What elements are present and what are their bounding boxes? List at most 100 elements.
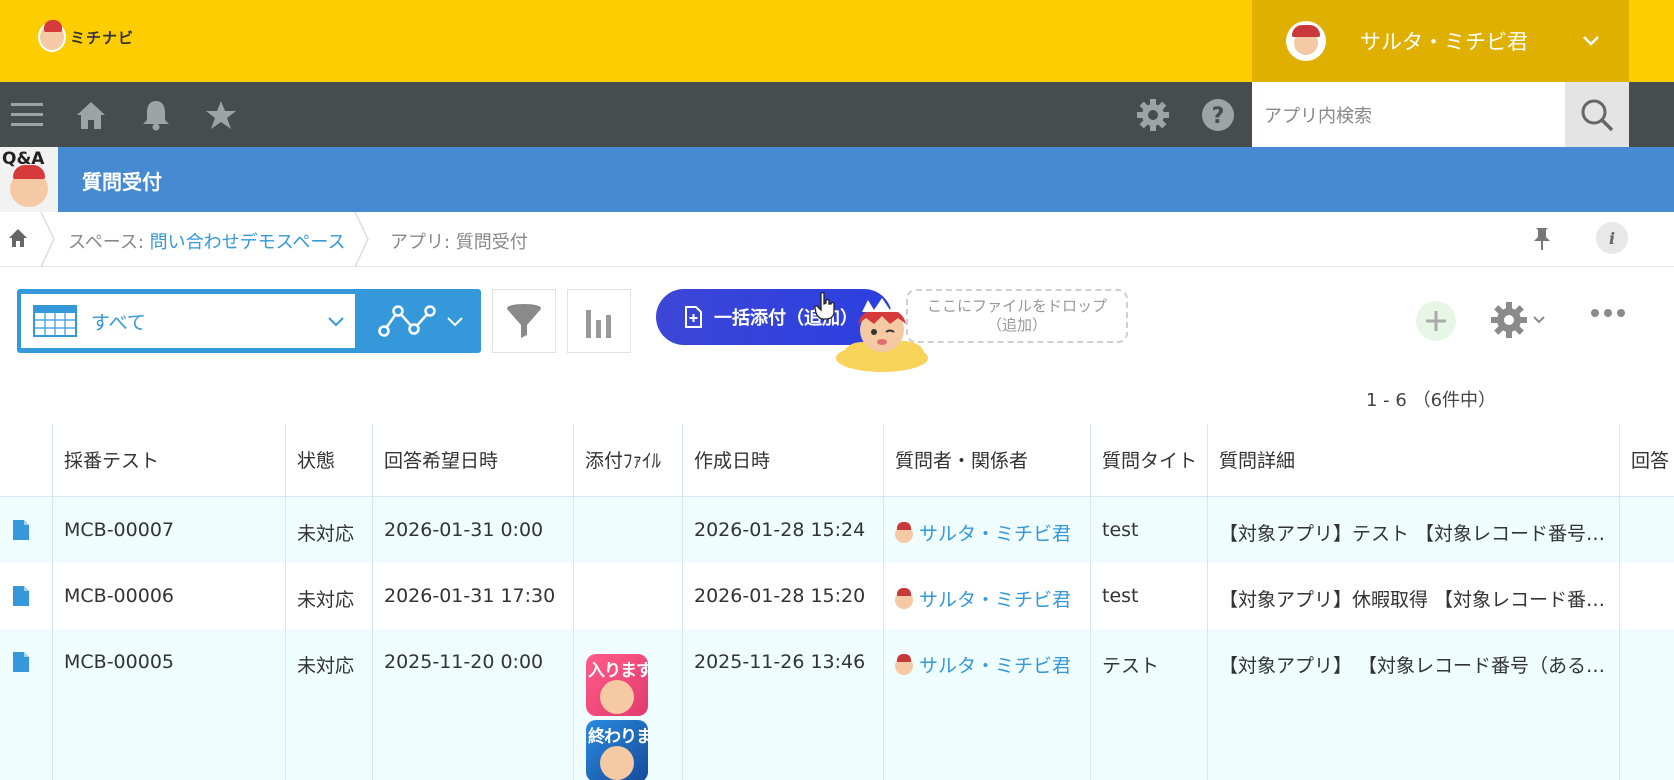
attachment-thumbnail[interactable]: 入ります [586, 654, 648, 716]
cell-detail: 【対象アプリ】 【対象レコード番号（ある… [1208, 629, 1620, 780]
table-row[interactable]: MCB-00005 未対応 2025-11-20 0:00 入ります 終わりまし… [0, 629, 1674, 780]
breadcrumb: スペース: 問い合わせデモスペース アプリ: 質問受付 [0, 212, 1674, 267]
chart-button[interactable] [567, 289, 631, 353]
bar-chart-icon [586, 310, 611, 338]
user-avatar [1286, 21, 1326, 61]
column-header[interactable]: 添付ﾌｧｲﾙ [574, 424, 683, 496]
user-avatar [895, 654, 913, 675]
more-options-icon[interactable] [1590, 308, 1626, 318]
cell-desired-text: 2026-01-31 17:30 [384, 585, 556, 607]
cell-detail-text: 【対象アプリ】休暇取得 【対象レコード番… [1219, 589, 1606, 611]
bell-icon[interactable] [131, 82, 181, 147]
cell-created-date: 2026-01-28 15:24 [683, 497, 884, 563]
column-header[interactable]: 質問タイト [1091, 424, 1208, 496]
view-dropdown[interactable]: すべて [21, 294, 355, 348]
pagination-status: 1 - 6 （6件中） [1366, 390, 1497, 411]
column-header[interactable]: 回答 [1620, 424, 1674, 496]
mascot-thumbnail-icon [600, 746, 634, 780]
cell-user: サルタ・ミチビ君 [884, 629, 1091, 780]
table-header: 採番テスト 状態 回答希望日時 添付ﾌｧｲﾙ 作成日時 質問者・関係者 質問タイ… [0, 424, 1674, 497]
column-header[interactable]: 回答希望日時 [373, 424, 574, 496]
chevron-down-icon [446, 317, 463, 327]
cell-desired-text: 2025-11-20 0:00 [384, 651, 544, 673]
logo[interactable]: ミチナビ [38, 20, 135, 52]
pin-icon[interactable] [1533, 226, 1551, 252]
user-link[interactable]: サルタ・ミチビ君 [895, 497, 1071, 546]
cell-user: サルタ・ミチビ君 [884, 563, 1091, 629]
user-menu[interactable]: サルタ・ミチビ君 [1252, 0, 1629, 82]
user-avatar [895, 522, 913, 543]
cell-status: 未対応 [286, 563, 373, 629]
info-icon[interactable]: i [1596, 222, 1628, 254]
mascot-logo-icon [38, 20, 66, 52]
help-icon[interactable]: ? [1193, 82, 1243, 147]
table-row[interactable]: MCB-00006 未対応 2026-01-31 17:30 2026-01-2… [0, 563, 1674, 629]
record-open-cell[interactable] [0, 629, 53, 780]
app-title[interactable]: 質問受付 [82, 166, 162, 195]
file-drop-zone[interactable]: ここにファイルをドロップ （追加） [906, 289, 1128, 343]
cell-attachment [574, 497, 683, 563]
table-row[interactable]: MCB-00007 未対応 2026-01-31 0:00 2026-01-28… [0, 497, 1674, 563]
cell-answer [1620, 497, 1674, 563]
column-header[interactable]: 採番テスト [53, 424, 286, 496]
cell-created-date: 2025-11-26 13:46 [683, 629, 884, 780]
settings-icon[interactable] [1128, 82, 1178, 147]
graph-dropdown[interactable] [360, 289, 481, 353]
cell-attachment: 入ります 終わりました [574, 629, 683, 780]
top-header: ミチナビ サルタ・ミチビ君 [0, 0, 1674, 82]
column-header[interactable]: 状態 [286, 424, 373, 496]
view-label: すべて [91, 311, 146, 334]
add-record-button[interactable] [1416, 301, 1456, 341]
search-input[interactable]: アプリ内検索 [1252, 82, 1565, 147]
user-link[interactable]: サルタ・ミチビ君 [895, 629, 1071, 678]
column-header[interactable]: 質問者・関係者 [884, 424, 1091, 496]
record-open-cell[interactable] [0, 497, 53, 563]
cell-status-text: 未対応 [297, 655, 355, 677]
breadcrumb-app: アプリ: 質問受付 [390, 232, 528, 253]
cell-created-text: 2025-11-26 13:46 [694, 651, 866, 673]
cell-detail-text: 【対象アプリ】テスト 【対象レコード番号… [1219, 523, 1606, 545]
cell-status: 未対応 [286, 629, 373, 780]
cell-id-text: MCB-00006 [64, 585, 174, 607]
cell-title-text: テスト [1102, 655, 1160, 677]
breadcrumb-space[interactable]: スペース: 問い合わせデモスペース [68, 228, 345, 254]
cell-detail-text: 【対象アプリ】 【対象レコード番号（ある… [1219, 655, 1606, 677]
user-link-text[interactable]: サルタ・ミチビ君 [919, 523, 1071, 545]
mascot-thumbnail-icon [600, 680, 634, 714]
logo-text: ミチナビ [70, 28, 135, 47]
breadcrumb-space-prefix: スペース: [68, 232, 150, 253]
chevron-down-icon [328, 317, 344, 327]
star-icon[interactable] [196, 82, 246, 147]
hand-cursor-icon [814, 292, 835, 320]
cell-desired-date: 2026-01-31 17:30 [373, 563, 574, 629]
filter-icon [507, 304, 541, 338]
app-settings-menu[interactable] [1490, 300, 1550, 344]
breadcrumb-space-link[interactable]: 問い合わせデモスペース [150, 232, 346, 253]
filter-button[interactable] [492, 289, 556, 353]
cell-user: サルタ・ミチビ君 [884, 497, 1091, 563]
file-add-icon [685, 306, 702, 328]
column-header[interactable]: 作成日時 [683, 424, 884, 496]
cell-detail: 【対象アプリ】テスト 【対象レコード番号… [1208, 497, 1620, 563]
menu-icon[interactable] [2, 82, 52, 147]
table-view-icon [33, 305, 77, 337]
home-icon[interactable] [66, 82, 116, 147]
search-button[interactable] [1565, 82, 1629, 147]
mascot-on-cloud-icon [836, 298, 928, 372]
user-link-text[interactable]: サルタ・ミチビ君 [919, 655, 1071, 677]
cell-created-text: 2026-01-28 15:24 [694, 519, 866, 541]
cell-created-date: 2026-01-28 15:20 [683, 563, 884, 629]
cell-id-text: MCB-00007 [64, 519, 174, 541]
attachment-thumbnail[interactable]: 終わりました [586, 720, 648, 780]
column-header[interactable]: 質問詳細 [1208, 424, 1620, 496]
cell-title-text: test [1102, 519, 1139, 541]
graph-icon [377, 305, 436, 337]
user-link-text[interactable]: サルタ・ミチビ君 [919, 589, 1071, 611]
home-icon[interactable] [8, 227, 28, 249]
record-open-cell[interactable] [0, 563, 53, 629]
cell-answer [1620, 629, 1674, 780]
user-link[interactable]: サルタ・ミチビ君 [895, 563, 1071, 612]
drop-zone-text-line1: ここにファイルをドロップ [926, 297, 1107, 315]
cell-id: MCB-00006 [53, 563, 286, 629]
cell-created-text: 2026-01-28 15:20 [694, 585, 866, 607]
